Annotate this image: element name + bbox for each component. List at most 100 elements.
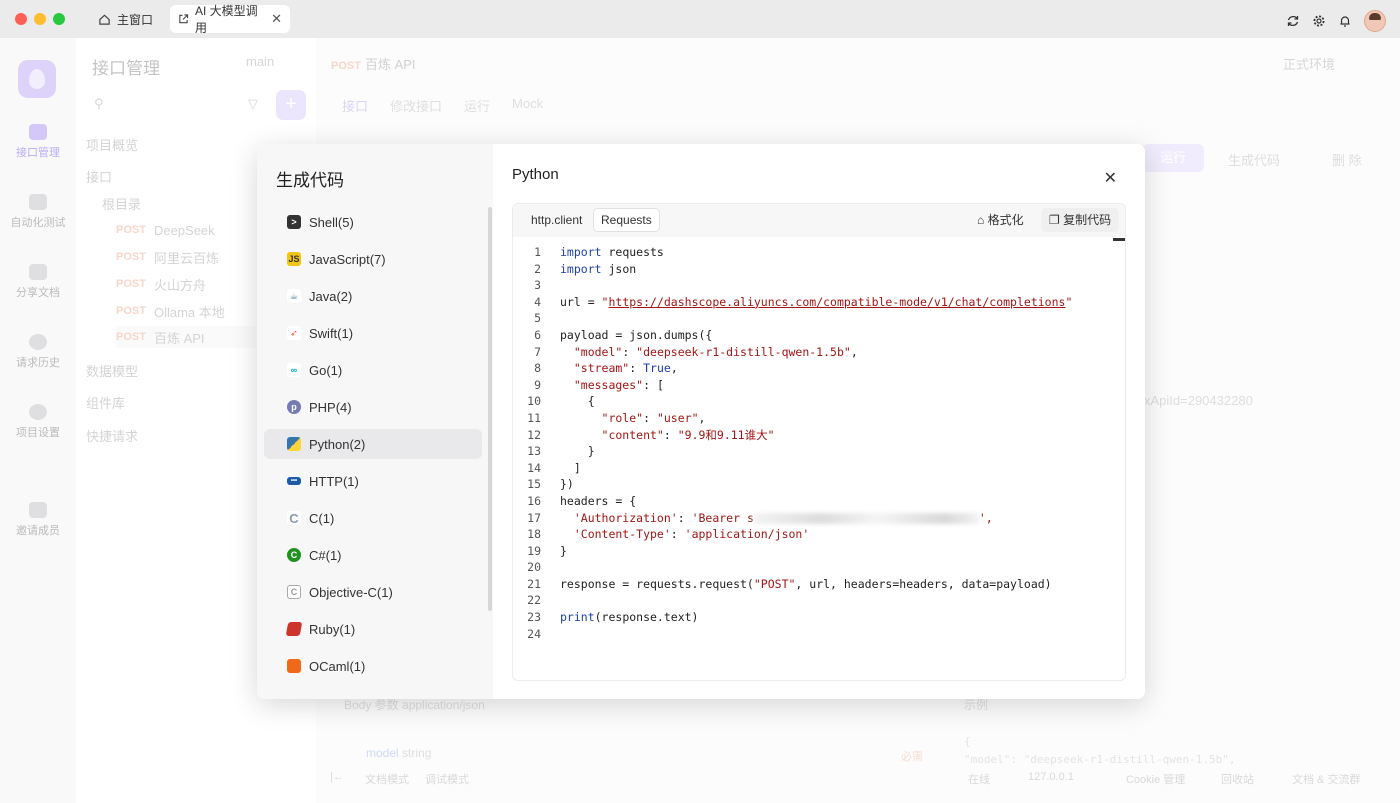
code-line: 14 ] bbox=[513, 460, 1125, 477]
format-button[interactable]: ⌂ 格式化 bbox=[969, 208, 1032, 232]
code-text: ] bbox=[560, 460, 581, 475]
code-line: 18 'Content-Type': 'application/json' bbox=[513, 526, 1125, 543]
line-number: 10 bbox=[527, 394, 541, 409]
code-token: json bbox=[601, 261, 637, 276]
language-list: > Shell(5) JS JavaScript(7) ☕ Java(2) ➶ Swif… bbox=[264, 207, 482, 688]
format-icon: ⌂ bbox=[977, 213, 988, 227]
code-text: headers = { bbox=[560, 493, 637, 508]
code-token: 'application/json' bbox=[684, 527, 810, 542]
code-tab-requests[interactable]: Requests bbox=[593, 208, 660, 232]
code-token: 'Bearer s bbox=[691, 510, 754, 525]
language-item-c[interactable]: C C(1) bbox=[264, 503, 482, 533]
code-token: (response.text) bbox=[594, 610, 699, 625]
line-number: 2 bbox=[534, 261, 541, 276]
code-token: "POST" bbox=[753, 576, 796, 591]
language-item-http[interactable]: ••• HTTP(1) bbox=[264, 466, 482, 496]
line-number: 3 bbox=[534, 278, 541, 293]
line-number: 9 bbox=[534, 377, 541, 392]
close-window-button[interactable] bbox=[15, 13, 27, 25]
line-number: 17 bbox=[527, 510, 541, 525]
code-token: "messages" bbox=[560, 377, 644, 392]
line-number: 15 bbox=[527, 477, 541, 492]
code-token: , url, headers=headers, data=payload) bbox=[795, 576, 1052, 591]
language-label: JavaScript(7) bbox=[309, 251, 386, 267]
code-scrollbar[interactable] bbox=[1113, 238, 1125, 241]
language-label: C(1) bbox=[309, 510, 335, 526]
code-tab-http-client[interactable]: http.client bbox=[524, 208, 589, 232]
language-panel: 生成代码 > Shell(5) JS JavaScript(7) ☕ Java(2) … bbox=[257, 144, 493, 699]
code-line: 10 { bbox=[513, 393, 1125, 410]
language-label: Shell(5) bbox=[309, 214, 354, 230]
code-editor[interactable]: 1 import requests 2 import json 3 4 url = "… bbox=[513, 244, 1125, 642]
language-item-objective-c[interactable]: C Objective-C(1) bbox=[264, 577, 482, 607]
home-icon bbox=[99, 14, 110, 25]
code-text: }) bbox=[560, 477, 574, 492]
close-icon[interactable]: ✕ bbox=[1104, 168, 1117, 188]
language-label: HTTP(1) bbox=[309, 473, 359, 489]
line-number: 16 bbox=[527, 493, 541, 508]
code-line: 20 bbox=[513, 559, 1125, 576]
js-icon: JS bbox=[287, 252, 301, 266]
user-avatar[interactable] bbox=[1364, 10, 1386, 32]
url-link[interactable]: https://dashscope.aliyuncs.com/compatibl… bbox=[608, 295, 1065, 309]
language-label: Ruby(1) bbox=[309, 621, 356, 637]
language-item-php[interactable]: p PHP(4) bbox=[264, 392, 482, 422]
code-line: 16 headers = { bbox=[513, 493, 1125, 510]
code-toolbar: http.client Requests ⌂ 格式化 ❐ 复制代码 bbox=[513, 204, 1125, 237]
language-item-java[interactable]: ☕ Java(2) bbox=[264, 281, 482, 311]
code-line: 2 import json bbox=[513, 261, 1125, 278]
code-text: { bbox=[560, 394, 595, 409]
minimize-window-button[interactable] bbox=[34, 13, 46, 25]
code-line: 3 bbox=[513, 277, 1125, 294]
copy-code-button[interactable]: ❐ 复制代码 bbox=[1041, 208, 1120, 232]
language-item-python[interactable]: Python(2) bbox=[264, 429, 482, 459]
format-label: 格式化 bbox=[987, 213, 1024, 227]
terminal-icon: > bbox=[287, 215, 301, 229]
line-number: 20 bbox=[527, 560, 541, 575]
title-bar: 主窗口 AI 大模型调用 ✕ bbox=[0, 0, 1400, 38]
code-line: 9 "messages": [ bbox=[513, 377, 1125, 394]
language-item-swift[interactable]: ➶ Swift(1) bbox=[264, 318, 482, 348]
python-icon bbox=[287, 437, 301, 451]
language-item-csharp[interactable]: C C#(1) bbox=[264, 540, 482, 570]
copy-label: 复制代码 bbox=[1063, 213, 1112, 227]
maximize-window-button[interactable] bbox=[53, 13, 65, 25]
tab-home[interactable]: 主窗口 bbox=[90, 5, 161, 33]
php-icon: p bbox=[287, 400, 301, 414]
tab-close-icon[interactable]: ✕ bbox=[271, 11, 282, 27]
line-number: 19 bbox=[527, 543, 541, 558]
refresh-icon[interactable] bbox=[1280, 12, 1306, 30]
code-token: True bbox=[643, 361, 671, 376]
ruby-icon bbox=[285, 622, 303, 636]
code-line: 13 } bbox=[513, 443, 1125, 460]
line-number: 4 bbox=[534, 294, 541, 309]
code-token: "user" bbox=[656, 410, 699, 425]
language-item-go[interactable]: ∞ Go(1) bbox=[264, 355, 482, 385]
bell-icon[interactable] bbox=[1332, 12, 1358, 30]
language-item-javascript[interactable]: JS JavaScript(7) bbox=[264, 244, 482, 274]
language-label: Objective-C(1) bbox=[309, 584, 393, 600]
code-panel-area: Python ✕ http.client Requests ⌂ 格式化 ❐ 复制… bbox=[493, 144, 1145, 699]
code-token: url = bbox=[560, 294, 602, 309]
code-token: 'Content-Type' bbox=[560, 527, 671, 542]
tab-label: 主窗口 bbox=[117, 12, 154, 27]
c-icon: C bbox=[287, 511, 301, 526]
language-item-ocaml[interactable]: OCaml(1) bbox=[264, 651, 482, 681]
language-item-shell[interactable]: > Shell(5) bbox=[264, 207, 482, 237]
language-item-ruby[interactable]: Ruby(1) bbox=[264, 614, 482, 644]
language-list-scrollbar[interactable] bbox=[488, 207, 492, 611]
code-text: payload = json.dumps({ bbox=[560, 327, 713, 342]
code-token: : bbox=[622, 344, 637, 359]
code-line: 7 "model": "deepseek-r1-distill-qwen-1.5… bbox=[513, 344, 1125, 361]
go-icon: ∞ bbox=[287, 363, 301, 377]
code-token: , bbox=[670, 361, 678, 376]
tab-ai-models[interactable]: AI 大模型调用 ✕ bbox=[170, 4, 290, 35]
code-line: 8 "stream": True, bbox=[513, 360, 1125, 377]
line-number: 5 bbox=[534, 311, 541, 326]
code-token: "stream" bbox=[560, 361, 630, 376]
code-line: 12 "content": "9.9和9.11谁大" bbox=[513, 427, 1125, 444]
code-token: : bbox=[677, 510, 692, 525]
modal-title: 生成代码 bbox=[276, 171, 344, 190]
line-number: 14 bbox=[527, 460, 541, 475]
settings-gear-icon[interactable] bbox=[1306, 12, 1332, 30]
